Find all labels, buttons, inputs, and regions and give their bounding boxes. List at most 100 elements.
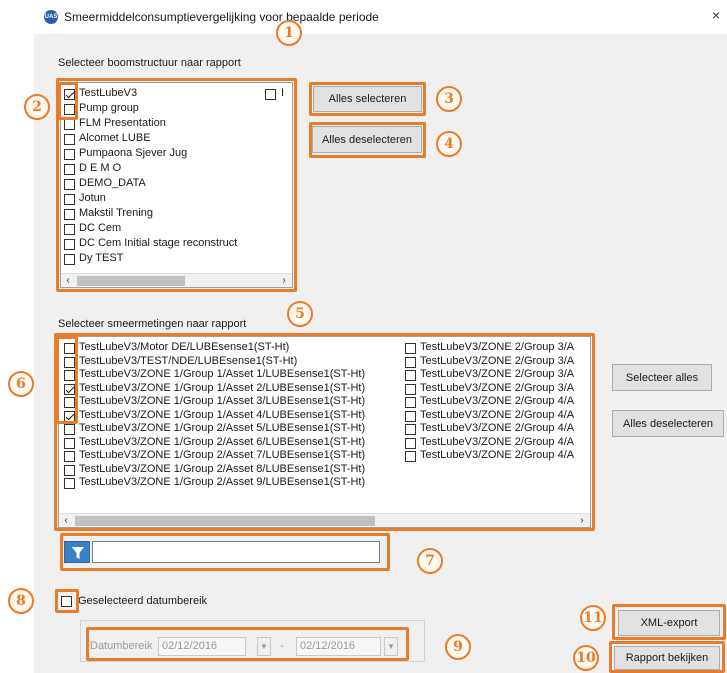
measurements-hscrollbar[interactable]: ‹ › bbox=[59, 513, 590, 527]
tree-item-checkbox[interactable] bbox=[64, 254, 75, 265]
date-range-checkbox[interactable] bbox=[61, 596, 72, 607]
measurement-item-label: TestLubeV3/ZONE 2/Group 3/A bbox=[420, 354, 575, 367]
scroll-right-icon[interactable]: › bbox=[575, 514, 589, 527]
close-icon[interactable]: × bbox=[712, 7, 720, 23]
measurement-item-checkbox[interactable] bbox=[64, 383, 75, 395]
tree-item-checkbox[interactable] bbox=[64, 134, 75, 145]
measurement-item-checkbox[interactable] bbox=[64, 410, 75, 422]
tree-item-checkbox[interactable] bbox=[64, 179, 75, 190]
measurement-item-label: TestLubeV3/ZONE 2/Group 3/A bbox=[420, 368, 575, 380]
measurement-item-checkbox[interactable] bbox=[64, 451, 75, 462]
measurement-item-checkbox[interactable] bbox=[64, 424, 75, 435]
tree-item-label: Jotun bbox=[79, 192, 106, 204]
measurement-item-label: TestLubeV3/ZONE 2/Group 4/A bbox=[420, 422, 575, 434]
xml-export-button[interactable]: XML-export bbox=[618, 610, 720, 636]
tree-deselect-all-button[interactable]: Alles deselecteren bbox=[312, 126, 422, 153]
measurement-item-checkbox[interactable] bbox=[405, 356, 416, 368]
scroll-thumb[interactable] bbox=[77, 276, 185, 286]
measurement-item-checkbox[interactable] bbox=[64, 356, 75, 368]
tree-item-checkbox[interactable] bbox=[64, 164, 75, 175]
annotation-badge-2: 2 bbox=[24, 94, 50, 120]
measurement-item-checkbox[interactable] bbox=[405, 424, 416, 435]
measurement-item-label: TestLubeV3/ZONE 1/Group 2/Asset 5/LUBEse… bbox=[79, 422, 366, 434]
measurement-item-label: TestLubeV3/ZONE 1/Group 1/Asset 4/LUBEse… bbox=[79, 408, 366, 421]
measurement-item-label: TestLubeV3/ZONE 2/Group 4/A bbox=[420, 395, 575, 407]
measurement-item-checkbox[interactable] bbox=[405, 370, 416, 381]
annotation-badge-6: 6 bbox=[8, 371, 34, 397]
tree-item-label: Pumpaona Sjever Jug bbox=[79, 147, 188, 159]
tree-extra-label: I bbox=[281, 87, 285, 99]
measurement-item-checkbox[interactable] bbox=[64, 464, 75, 476]
measurement-item-checkbox[interactable] bbox=[405, 451, 416, 462]
measurement-item-label: TestLubeV3/ZONE 1/Group 1/Asset 2/LUBEse… bbox=[79, 381, 366, 394]
measurement-item-checkbox[interactable] bbox=[64, 397, 75, 408]
measurement-item-checkbox[interactable] bbox=[405, 343, 416, 354]
measurement-item-label: TestLubeV3/ZONE 1/Group 2/Asset 8/LUBEse… bbox=[79, 462, 366, 475]
annotation-badge-3: 3 bbox=[436, 86, 462, 112]
tree-item-checkbox[interactable] bbox=[64, 194, 75, 205]
measurement-item-label: TestLubeV3/ZONE 2/Group 4/A bbox=[420, 435, 575, 448]
scroll-right-icon[interactable]: › bbox=[277, 274, 291, 287]
measurement-item-checkbox[interactable] bbox=[405, 397, 416, 408]
tree-item-checkbox[interactable] bbox=[64, 239, 75, 250]
tree-item-checkbox[interactable] bbox=[64, 209, 75, 220]
measurement-item-checkbox[interactable] bbox=[405, 410, 416, 422]
measurement-item-checkbox[interactable] bbox=[64, 437, 75, 449]
measurement-item-label: TestLubeV3/ZONE 2/Group 3/A bbox=[420, 381, 575, 394]
date-from-input[interactable]: 02/12/2016 bbox=[158, 637, 246, 656]
tree-listbox[interactable]: TestLubeV3 Pump group FLM Presentation Alco… bbox=[60, 82, 293, 288]
tree-label: Selecteer boomstructuur naar rapport bbox=[58, 57, 241, 69]
tree-item-label: TestLubeV3 bbox=[79, 87, 138, 99]
annotation-badge-8: 8 bbox=[8, 588, 34, 614]
tree-item-label: DC Cem Initial stage reconstruct bbox=[79, 237, 238, 249]
tree-item-label: FLM Presentation bbox=[79, 117, 166, 129]
title-bar: UAS Smeermiddelconsumptievergelijking vo… bbox=[0, 0, 727, 34]
measurement-item-label: TestLubeV3/ZONE 2/Group 4/A bbox=[420, 408, 575, 421]
tree-extra-checkbox[interactable] bbox=[265, 89, 276, 100]
tree-hscrollbar[interactable]: ‹ › bbox=[61, 273, 292, 287]
measurement-item-label: TestLubeV3/ZONE 1/Group 2/Asset 7/LUBEse… bbox=[79, 449, 366, 461]
tree-item-label: Pump group bbox=[79, 102, 139, 114]
date-to-input[interactable]: 02/12/2016 bbox=[296, 637, 381, 656]
measurement-item-checkbox[interactable] bbox=[405, 383, 416, 395]
measurements-listbox[interactable]: TestLubeV3/Motor DE/LUBEsense1(ST-Ht) Tes… bbox=[58, 336, 591, 528]
measurement-item-label: TestLubeV3/ZONE 1/Group 2/Asset 9/LUBEse… bbox=[79, 476, 366, 488]
tree-item-checkbox[interactable] bbox=[64, 224, 75, 235]
filter-icon bbox=[72, 547, 84, 559]
filter-button[interactable] bbox=[64, 541, 90, 563]
scroll-left-icon[interactable]: ‹ bbox=[59, 514, 73, 527]
date-range-label: Datumbereik bbox=[90, 640, 153, 652]
tree-item-checkbox[interactable] bbox=[64, 89, 75, 100]
measurement-item-label: TestLubeV3/TEST/NDE/LUBEsense1(ST-Ht) bbox=[79, 354, 298, 367]
tree-select-all-button[interactable]: Alles selecteren bbox=[313, 86, 422, 112]
annotation-badge-9: 9 bbox=[445, 634, 471, 660]
measurements-deselect-all-button[interactable]: Alles deselecteren bbox=[612, 410, 724, 437]
measurement-item-label: TestLubeV3/ZONE 1/Group 1/Asset 3/LUBEse… bbox=[79, 395, 366, 407]
measurement-item-label: TestLubeV3/ZONE 2/Group 3/A bbox=[420, 341, 575, 353]
date-to-dropdown-icon[interactable]: ▼ bbox=[384, 637, 398, 656]
measurement-item-checkbox[interactable] bbox=[64, 478, 75, 489]
annotation-badge-4: 4 bbox=[436, 131, 462, 157]
app-icon: UAS bbox=[44, 10, 58, 24]
tree-item-label: Dy TEST bbox=[79, 252, 124, 264]
measurement-item-checkbox[interactable] bbox=[64, 343, 75, 354]
measurement-item-checkbox[interactable] bbox=[64, 370, 75, 381]
annotation-badge-1: 1 bbox=[276, 20, 302, 46]
date-from-dropdown-icon[interactable]: ▼ bbox=[257, 637, 271, 656]
measurement-item-label: TestLubeV3/ZONE 2/Group 4/A bbox=[420, 449, 575, 461]
view-report-button[interactable]: Rapport bekijken bbox=[614, 646, 720, 670]
tree-item-checkbox[interactable] bbox=[64, 119, 75, 130]
measurement-item-label: TestLubeV3/ZONE 1/Group 1/Asset 1/LUBEse… bbox=[79, 368, 366, 380]
tree-item-checkbox[interactable] bbox=[64, 149, 75, 160]
scroll-left-icon[interactable]: ‹ bbox=[61, 274, 75, 287]
measurements-label: Selecteer smeermetingen naar rapport bbox=[58, 318, 247, 330]
scroll-thumb[interactable] bbox=[75, 516, 375, 526]
date-range-checkbox-label: Geselecteerd datumbereik bbox=[78, 595, 208, 607]
tree-item-checkbox[interactable] bbox=[64, 104, 75, 115]
measurements-select-all-button[interactable]: Selecteer alles bbox=[612, 364, 712, 391]
tree-item-label: DEMO_DATA bbox=[79, 177, 146, 189]
measurement-item-checkbox[interactable] bbox=[405, 437, 416, 449]
tree-item-label: D E M O bbox=[79, 162, 122, 174]
filter-input[interactable] bbox=[92, 541, 380, 563]
annotation-badge-10: 10 bbox=[573, 645, 599, 671]
